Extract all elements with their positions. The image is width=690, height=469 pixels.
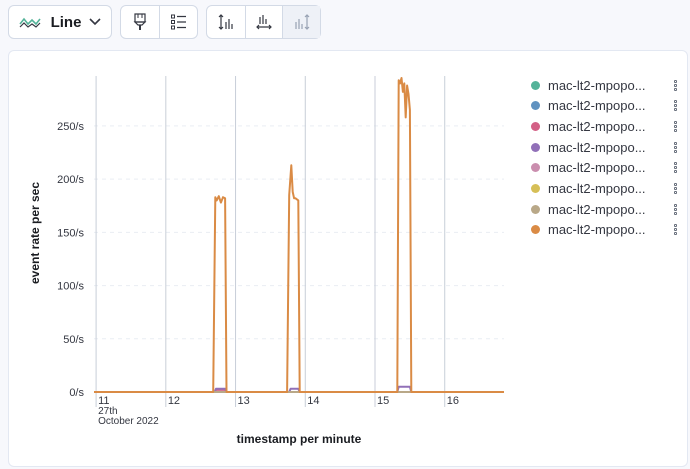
legend-actions-icon[interactable] xyxy=(674,203,678,215)
y-tick-label: 250/s xyxy=(57,121,84,133)
legend-label: mac-lt2-mpopo... xyxy=(548,201,646,217)
legend-actions-icon[interactable] xyxy=(674,100,678,112)
legend-label: mac-lt2-mpopo... xyxy=(548,181,646,196)
x-tick-sublabel: October 2022 xyxy=(98,416,159,427)
y-tick-label: 50/s xyxy=(63,334,84,346)
legend-label: mac-lt2-mpopo... xyxy=(548,118,646,134)
x-tick-label: 13 xyxy=(238,395,250,407)
legend-actions-icon[interactable] xyxy=(674,183,678,194)
legend-color-dot xyxy=(531,101,540,111)
legend-actions-icon[interactable] xyxy=(674,79,678,91)
legend-color-dot xyxy=(531,225,540,235)
legend-label: mac-lt2-mpopo... xyxy=(548,77,646,93)
x-axis-ticks: 1127thOctober 202212 13 14 15 16 xyxy=(98,395,459,427)
legend-color-dot xyxy=(531,184,540,193)
legend-actions-icon[interactable] xyxy=(674,162,678,174)
legend-label: mac-lt2-mpopo... xyxy=(548,160,646,176)
y-axis-label: event rate per sec xyxy=(28,182,42,284)
y-tick-label: 200/s xyxy=(57,174,84,186)
legend-label: mac-lt2-mpopo... xyxy=(548,139,646,155)
legend-item[interactable]: mac-lt2-mpopo... xyxy=(527,199,687,219)
y-axis-ticks: 0/s 50/s 100/s 150/s 200/s 250/s xyxy=(57,121,84,399)
legend-item[interactable]: mac-lt2-mpopo... xyxy=(527,179,687,199)
legend-item[interactable]: mac-lt2-mpopo... xyxy=(527,220,687,240)
legend-color-dot xyxy=(531,142,540,152)
y-tick-label: 0/s xyxy=(69,387,84,399)
x-tick-label: 16 xyxy=(447,395,459,407)
series-line-8 xyxy=(94,77,504,393)
legend-item[interactable]: mac-lt2-mpopo... xyxy=(527,75,687,95)
x-tick-label: 14 xyxy=(307,395,319,407)
chart-series xyxy=(94,77,504,393)
x-axis-label: timestamp per minute xyxy=(237,432,362,446)
legend-item[interactable]: mac-lt2-mpopo... xyxy=(527,158,687,178)
legend-color-dot xyxy=(531,204,540,214)
y-tick-label: 100/s xyxy=(57,281,84,293)
legend-label: mac-lt2-mpopo... xyxy=(548,98,646,114)
y-tick-label: 150/s xyxy=(57,227,84,239)
legend-item[interactable]: mac-lt2-mpopo... xyxy=(527,116,687,136)
x-tick-label: 15 xyxy=(377,395,389,407)
legend-color-dot xyxy=(531,163,540,173)
legend-item[interactable]: mac-lt2-mpopo... xyxy=(527,137,687,157)
legend-actions-icon[interactable] xyxy=(674,224,678,236)
legend-color-dot xyxy=(531,80,540,90)
legend-label: mac-lt2-mpopo... xyxy=(548,222,646,238)
legend-item[interactable]: mac-lt2-mpopo... xyxy=(527,96,687,116)
legend-actions-icon[interactable] xyxy=(674,120,678,132)
legend-color-dot xyxy=(531,121,540,131)
x-tick-label: 12 xyxy=(168,395,180,407)
legend-actions-icon[interactable] xyxy=(674,141,678,153)
